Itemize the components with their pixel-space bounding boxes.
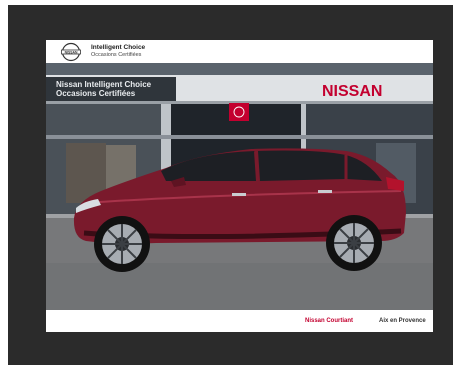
rear-wheel — [326, 215, 382, 271]
dealer-name: Nissan Courtiant — [305, 318, 354, 324]
banner-subtitle: Occasions Certifiées — [91, 52, 142, 58]
front-wheel — [94, 216, 150, 272]
listing-photo-card[interactable]: NISSAN Intelligent Choice Occasions Cert… — [46, 40, 433, 332]
dealer-city: Aix en Provence — [379, 318, 426, 324]
nissan-logo-icon: NISSAN — [61, 42, 81, 62]
vehicle-photo: Nissan Intelligent Choice Occasions Cert… — [46, 63, 433, 310]
svg-text:NISSAN: NISSAN — [65, 50, 78, 54]
storefront-sign-left-2: Occasions Certifiées — [56, 89, 136, 98]
footer-bar: Nissan Courtiant Aix en Provence — [46, 310, 433, 332]
banner-title: Intelligent Choice — [91, 44, 146, 51]
storefront-sign-right: NISSAN — [322, 83, 382, 100]
storefront-sign-left-1: Nissan Intelligent Choice — [56, 80, 152, 89]
top-banner: NISSAN Intelligent Choice Occasions Cert… — [46, 40, 433, 63]
